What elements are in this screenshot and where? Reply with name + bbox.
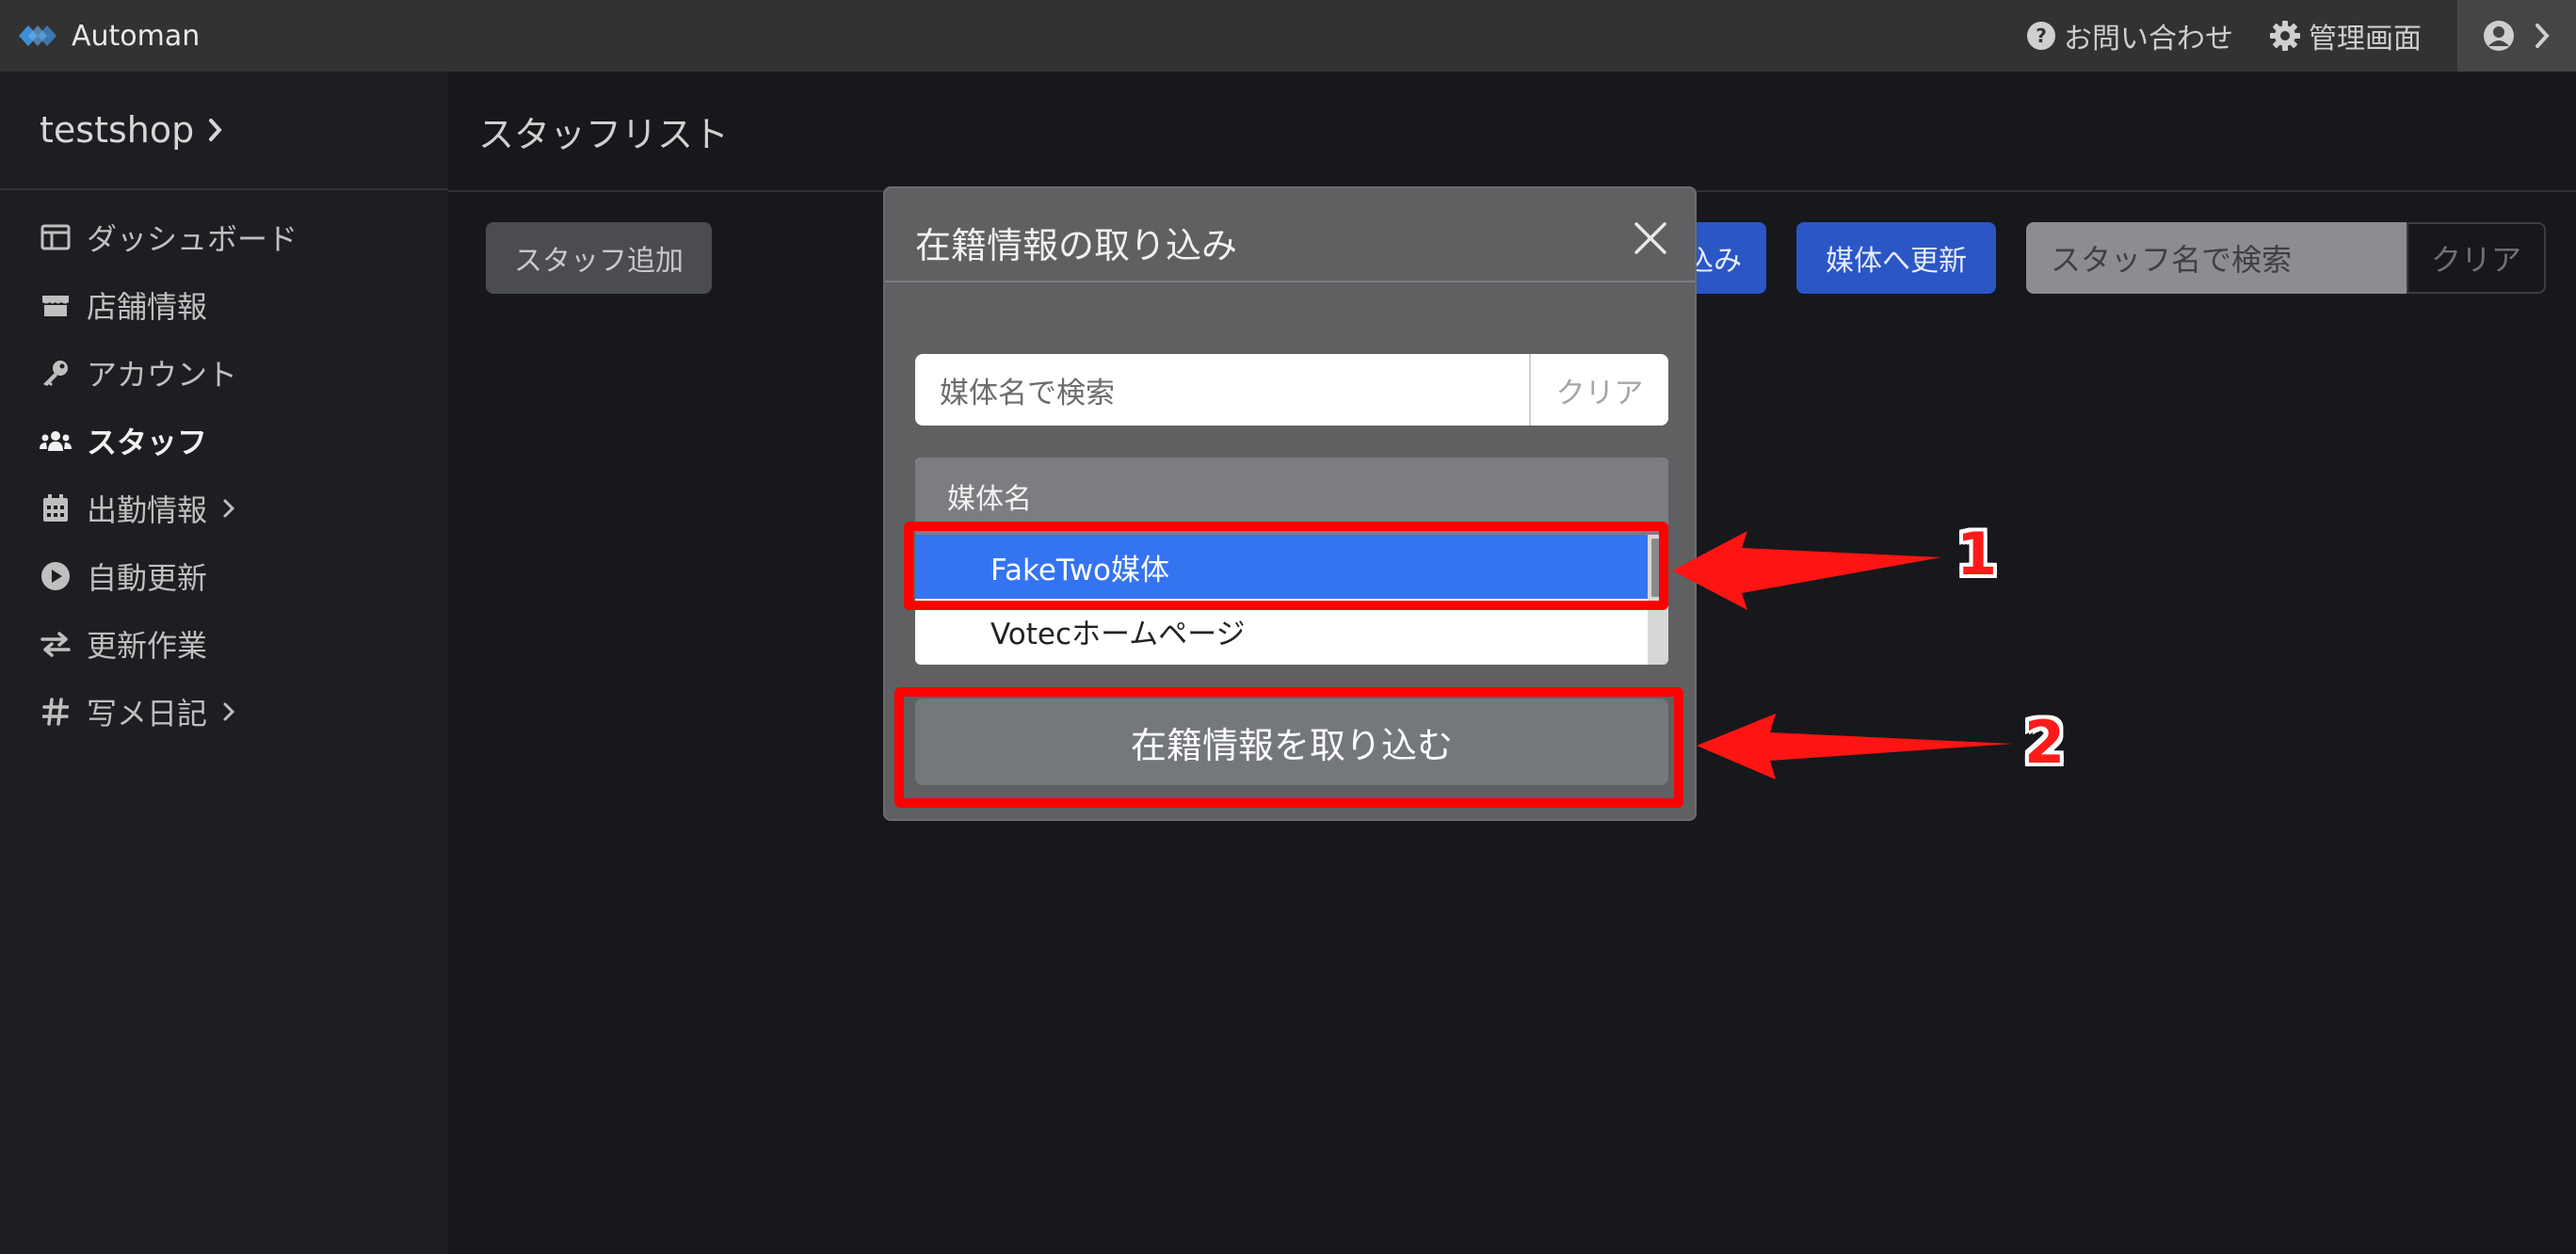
annotation-arrows: [1672, 531, 2013, 780]
annotation-number-2: 2: [2024, 708, 2066, 777]
arrow-step2: [1697, 714, 2013, 780]
annotation-number-1: 1: [1956, 520, 1998, 588]
arrow-step1: [1672, 531, 1941, 610]
